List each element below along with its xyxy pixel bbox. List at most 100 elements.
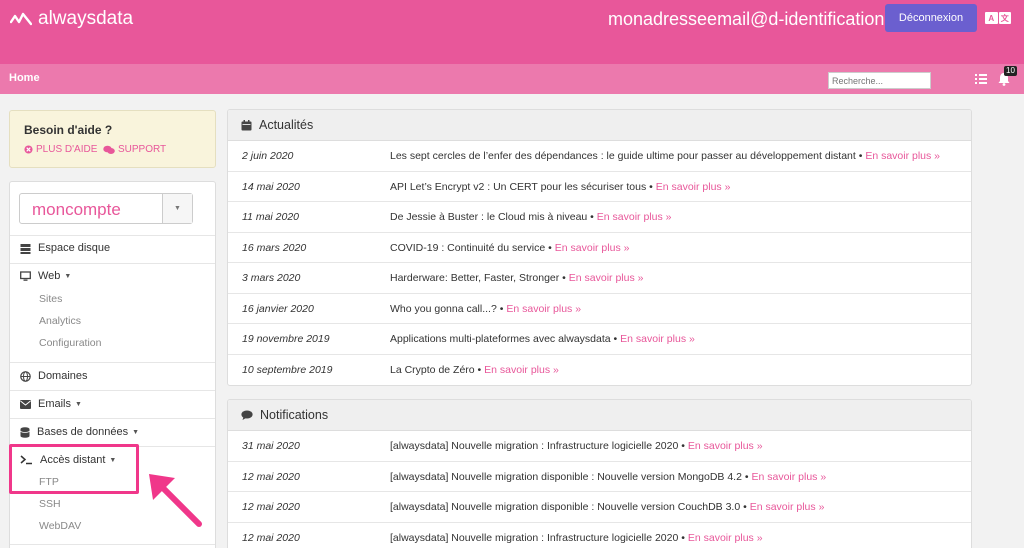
bullet-separator: • bbox=[855, 150, 866, 162]
bullet-separator: • bbox=[610, 333, 621, 345]
news-title: Applications multi-plateformes avec alwa… bbox=[390, 333, 695, 345]
sidebar-label: Espace disque bbox=[38, 242, 111, 254]
news-row: 14 mai 2020 API Let’s Encrypt v2 : Un CER… bbox=[228, 172, 971, 202]
news-date: 2 juin 2020 bbox=[242, 150, 294, 162]
read-more-link[interactable]: En savoir plus » bbox=[555, 242, 630, 254]
calendar-icon bbox=[241, 119, 252, 130]
chevron-down-icon[interactable]: ▼ bbox=[162, 194, 192, 223]
divider bbox=[10, 544, 215, 545]
logo[interactable]: alwaysdata bbox=[10, 8, 133, 30]
news-title: La Crypto de Zéro • En savoir plus » bbox=[390, 364, 559, 376]
user-email: monadresseemail@d-identification bbox=[608, 9, 885, 29]
notification-row: 31 mai 2020 [alwaysdata] Nouvelle migrati… bbox=[228, 431, 971, 462]
sidebar-subitem-ssh[interactable]: SSH bbox=[39, 498, 61, 510]
read-more-link[interactable]: En savoir plus » bbox=[597, 211, 672, 223]
language-icon[interactable]: A 文 bbox=[985, 12, 1011, 24]
highlight-annotation bbox=[9, 444, 139, 494]
notification-date: 12 mai 2020 bbox=[242, 470, 300, 483]
home-link[interactable]: Home bbox=[9, 72, 40, 84]
divider bbox=[10, 390, 215, 391]
sidebar-subitem-sites[interactable]: Sites bbox=[39, 293, 62, 305]
notification-title: [alwaysdata] Nouvelle migration disponib… bbox=[390, 501, 824, 513]
top-header: alwaysdata monadresseemail@d-identificat… bbox=[0, 0, 1024, 64]
read-more-link[interactable]: En savoir plus » bbox=[865, 150, 940, 162]
sidebar-subitem-webdav[interactable]: WebDAV bbox=[39, 520, 81, 532]
news-row: 3 mars 2020 Harderware: Better, Faster, S… bbox=[228, 263, 971, 294]
news-date: 16 janvier 2020 bbox=[242, 302, 314, 315]
sidebar-item-web[interactable]: Web ▼ bbox=[20, 270, 71, 282]
read-more-link[interactable]: En savoir plus » bbox=[506, 303, 581, 315]
sidebar-item-domains[interactable]: Domaines bbox=[20, 370, 88, 382]
bullet-separator: • bbox=[545, 241, 555, 254]
news-date: 19 novembre 2019 bbox=[242, 333, 330, 345]
help-box: Besoin d'aide ? PLUS D'AIDE SUPPORT bbox=[9, 110, 216, 168]
notifications-list: 31 mai 2020 [alwaysdata] Nouvelle migrati… bbox=[228, 431, 971, 548]
logo-text: alwaysdata bbox=[38, 8, 134, 29]
sidebar-subitem-analytics[interactable]: Analytics bbox=[39, 315, 81, 327]
list-icon[interactable] bbox=[975, 74, 987, 84]
bullet-separator: • bbox=[740, 501, 750, 513]
news-row: 19 novembre 2019 Applications multi-plate… bbox=[228, 324, 971, 355]
divider bbox=[10, 362, 215, 363]
more-help-link[interactable]: PLUS D'AIDE bbox=[24, 144, 97, 155]
news-date: 14 mai 2020 bbox=[242, 180, 300, 193]
account-select[interactable]: moncompte ▼ bbox=[19, 193, 193, 224]
arrow-annotation bbox=[149, 474, 202, 527]
read-more-link[interactable]: En savoir plus » bbox=[688, 532, 763, 544]
read-more-link[interactable]: En savoir plus » bbox=[750, 501, 825, 513]
globe-icon bbox=[20, 370, 31, 382]
notification-date: 12 mai 2020 bbox=[242, 501, 300, 513]
comment-icon bbox=[241, 410, 253, 420]
language-left: A bbox=[985, 12, 998, 24]
notifications-panel: Notifications 31 mai 2020 [alwaysdata] No… bbox=[227, 399, 972, 548]
caret-down-icon: ▼ bbox=[75, 400, 82, 408]
news-date: 10 septembre 2019 bbox=[242, 363, 333, 376]
notification-title-text: [alwaysdata] Nouvelle migration : Infras… bbox=[390, 531, 679, 544]
notification-title-text: [alwaysdata] Nouvelle migration disponib… bbox=[390, 501, 741, 513]
sidebar-label: Emails bbox=[38, 398, 72, 410]
news-row: 11 mai 2020 De Jessie à Buster : le Cloud… bbox=[228, 202, 971, 233]
search-input[interactable] bbox=[828, 72, 931, 89]
logout-button[interactable]: Déconnexion bbox=[885, 4, 977, 32]
news-date: 3 mars 2020 bbox=[242, 272, 301, 284]
sidebar-subitem-configuration[interactable]: Configuration bbox=[39, 337, 101, 349]
bullet-separator: • bbox=[587, 211, 597, 223]
divider bbox=[10, 418, 215, 419]
read-more-link[interactable]: En savoir plus » bbox=[688, 440, 763, 452]
account-name: moncompte bbox=[32, 200, 121, 219]
read-more-link[interactable]: En savoir plus » bbox=[484, 364, 559, 376]
chat-icon bbox=[103, 145, 115, 154]
language-right: 文 bbox=[998, 12, 1011, 24]
news-date: 16 mars 2020 bbox=[242, 241, 307, 254]
read-more-link[interactable]: En savoir plus » bbox=[656, 181, 731, 193]
news-title-text: Applications multi-plateformes avec alwa… bbox=[390, 333, 611, 345]
sidebar-item-emails[interactable]: Emails ▼ bbox=[20, 398, 82, 410]
notifications-panel-title: Notifications bbox=[260, 408, 329, 422]
caret-down-icon: ▼ bbox=[64, 272, 72, 280]
envelope-icon bbox=[20, 399, 31, 409]
read-more-link[interactable]: En savoir plus » bbox=[620, 333, 695, 345]
news-title-text: La Crypto de Zéro bbox=[390, 363, 475, 376]
sidebar-item-disk[interactable]: Espace disque bbox=[20, 242, 110, 254]
monitor-icon bbox=[20, 270, 31, 281]
disk-icon bbox=[20, 243, 31, 254]
notification-date: 12 mai 2020 bbox=[242, 531, 300, 544]
database-icon bbox=[20, 426, 30, 438]
read-more-link[interactable]: En savoir plus » bbox=[751, 471, 826, 483]
news-date: 11 mai 2020 bbox=[242, 211, 300, 223]
notification-title: [alwaysdata] Nouvelle migration disponib… bbox=[390, 471, 826, 483]
support-link[interactable]: SUPPORT bbox=[103, 144, 166, 155]
news-title-text: COVID-19 : Continuité du service bbox=[390, 241, 546, 254]
sidebar-item-databases[interactable]: Bases de données ▼ bbox=[20, 426, 139, 438]
notification-title: [alwaysdata] Nouvelle migration : Infras… bbox=[390, 440, 763, 452]
news-title-text: Harderware: Better, Faster, Stronger bbox=[390, 272, 560, 284]
news-title: API Let’s Encrypt v2 : Un CERT pour les … bbox=[390, 181, 730, 193]
news-title: Harderware: Better, Faster, Stronger • E… bbox=[390, 272, 643, 284]
bullet-separator: • bbox=[496, 302, 507, 315]
read-more-link[interactable]: En savoir plus » bbox=[569, 272, 644, 284]
notification-title-text: [alwaysdata] Nouvelle migration : Infras… bbox=[390, 440, 679, 452]
news-title-text: API Let’s Encrypt v2 : Un CERT pour les … bbox=[390, 180, 647, 193]
news-row: 2 juin 2020 Les sept cercles de l’enfer d… bbox=[228, 141, 971, 172]
support-label: SUPPORT bbox=[118, 144, 167, 155]
notification-title-text: [alwaysdata] Nouvelle migration disponib… bbox=[390, 470, 742, 483]
